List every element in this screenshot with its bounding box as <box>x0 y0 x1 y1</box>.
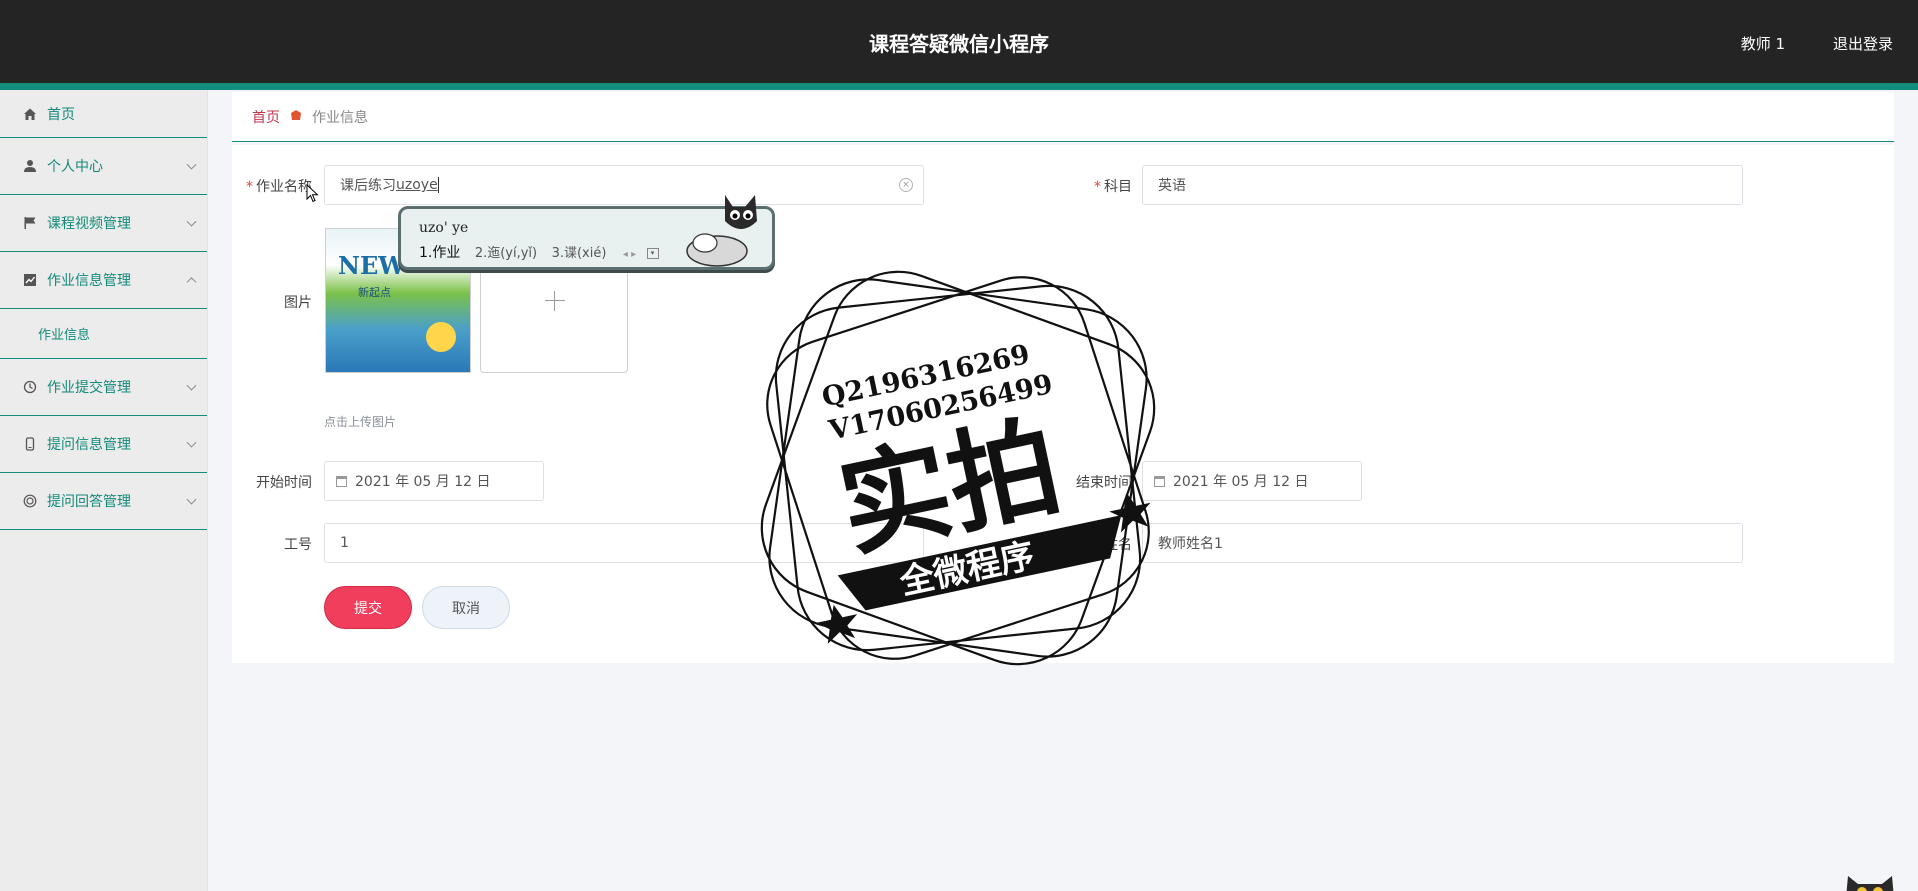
chart-icon <box>22 272 38 288</box>
homework-name-value: 课后练习 <box>340 178 396 194</box>
calendar-icon <box>1154 475 1165 487</box>
home-badge-icon <box>290 109 302 124</box>
teacher-name-value: 教师姓名1 <box>1158 536 1223 552</box>
employee-id-input[interactable]: 1 <box>324 523 924 563</box>
end-time-label: 结束时间 <box>1076 475 1132 491</box>
sidebar-item-label: 首页 <box>47 106 75 123</box>
sidebar-item-question-mgmt[interactable]: 提问信息管理 <box>0 416 207 473</box>
sidebar-item-label: 课程视频管理 <box>47 216 131 232</box>
end-time-value: 2021 年 05 月 12 日 <box>1173 474 1309 490</box>
ime-menu-icon[interactable]: ▾ <box>646 247 659 259</box>
breadcrumb-home[interactable]: 首页 <box>252 107 280 127</box>
home-icon <box>22 106 38 122</box>
teacher-name-label: 教师姓名 <box>1076 537 1132 553</box>
submit-button[interactable]: 提交 <box>324 586 412 629</box>
subject-value: 英语 <box>1158 178 1186 194</box>
ime-page-arrows-icon[interactable]: ◂ ▸ <box>623 249 636 260</box>
corner-mascot-icon <box>1846 876 1894 891</box>
clear-icon[interactable]: × <box>899 178 913 192</box>
book-cover-subtitle: 新起点 <box>358 286 391 299</box>
sidebar-item-label: 提问回答管理 <box>47 494 131 510</box>
ime-candidate[interactable]: 1.作业 <box>419 245 460 261</box>
calendar-icon <box>336 475 347 487</box>
mouse-cursor-icon <box>306 184 319 203</box>
app-title: 课程答疑微信小程序 <box>869 32 1049 56</box>
book-cover-badge <box>426 322 456 352</box>
ime-candidate[interactable]: 3.谍(xié) <box>552 246 607 261</box>
ime-composing-text: uzoye <box>396 177 438 193</box>
image-label: 图片 <box>284 295 312 311</box>
ime-candidate-popup: uzo' ye 1.作业 2.迤(yí,yǐ) 3.谍(xié) ◂ ▸ ▾ <box>398 195 775 270</box>
sidebar-item-label: 个人中心 <box>47 159 103 175</box>
breadcrumb-current: 作业信息 <box>312 109 368 126</box>
homework-name-input[interactable]: 课后练习 uzoye × <box>324 165 924 205</box>
clock-icon <box>22 379 38 395</box>
sidebar-item-home[interactable]: 首页 <box>0 90 207 138</box>
teacher-name-input[interactable]: 教师姓名1 <box>1142 523 1743 563</box>
homework-name-label: * 作业名称 <box>246 179 312 195</box>
user-icon <box>22 158 38 174</box>
start-time-picker[interactable]: 2021 年 05 月 12 日 <box>324 461 544 501</box>
plus-icon <box>545 300 565 301</box>
chevron-down-icon <box>186 494 197 505</box>
sidebar-subitem-homework-info[interactable]: 作业信息 <box>0 309 207 359</box>
sidebar: 首页 个人中心 课程视频管理 作业信息管理 作业信息 作业提交管理 提问信息管理… <box>0 90 208 891</box>
end-time-picker[interactable]: 2021 年 05 月 12 日 <box>1142 461 1362 501</box>
sidebar-item-label: 作业信息管理 <box>47 273 131 289</box>
subject-input[interactable]: 英语 <box>1142 165 1743 205</box>
sidebar-item-homework-info-mgmt[interactable]: 作业信息管理 <box>0 252 207 309</box>
user-name[interactable]: 教师 1 <box>1741 33 1785 54</box>
sidebar-item-course-video[interactable]: 课程视频管理 <box>0 195 207 252</box>
logout-button[interactable]: 退出登录 <box>1787 33 1907 54</box>
subject-label: * 科目 <box>1094 179 1132 195</box>
employee-id-label: 工号 <box>284 537 312 553</box>
sidebar-subitem-label: 作业信息 <box>38 328 91 343</box>
chevron-up-icon <box>186 277 197 288</box>
flag-icon <box>22 215 38 231</box>
start-time-value: 2021 年 05 月 12 日 <box>355 474 491 490</box>
phone-icon <box>22 436 38 452</box>
sidebar-item-homework-submit-mgmt[interactable]: 作业提交管理 <box>0 359 207 416</box>
ime-composition: uzo' ye <box>419 220 469 236</box>
ime-candidate-list: 1.作业 2.迤(yí,yǐ) 3.谍(xié) ◂ ▸ ▾ <box>419 242 659 262</box>
sidebar-item-answer-mgmt[interactable]: 提问回答管理 <box>0 473 207 530</box>
cancel-button[interactable]: 取消 <box>422 586 510 629</box>
top-bar: 课程答疑微信小程序 教师 1 退出登录 <box>0 0 1918 83</box>
chevron-down-icon <box>186 159 197 170</box>
employee-id-value: 1 <box>340 535 349 551</box>
sidebar-item-label: 作业提交管理 <box>47 380 131 396</box>
chevron-down-icon <box>186 380 197 391</box>
upload-hint: 点击上传图片 <box>324 415 397 429</box>
book-cover-title: NEW <box>338 251 406 280</box>
start-time-label: 开始时间 <box>256 475 312 491</box>
ime-candidate[interactable]: 2.迤(yí,yǐ) <box>475 246 537 261</box>
ime-mascot-icon <box>686 195 757 267</box>
breadcrumb: 首页 作业信息 <box>232 92 1894 142</box>
sidebar-item-label: 提问信息管理 <box>47 437 131 453</box>
header-accent-bar <box>0 83 1918 90</box>
chevron-down-icon <box>186 437 197 448</box>
target-icon <box>22 493 38 509</box>
text-caret <box>437 177 439 193</box>
chevron-down-icon <box>186 216 197 227</box>
sidebar-item-personal-center[interactable]: 个人中心 <box>0 138 207 195</box>
